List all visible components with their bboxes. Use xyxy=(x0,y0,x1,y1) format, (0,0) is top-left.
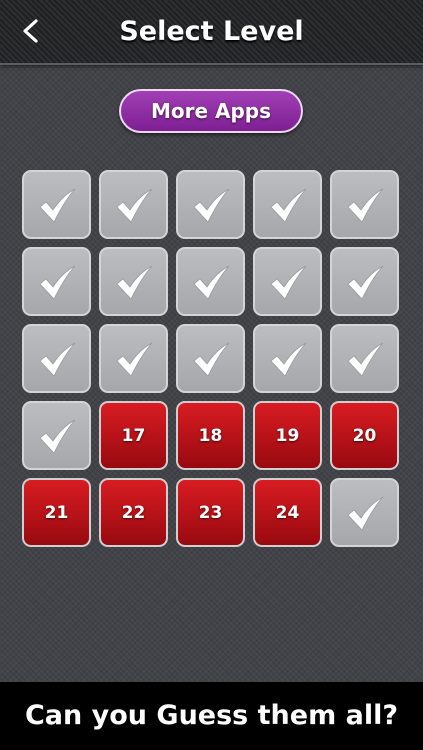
chevron-left-icon xyxy=(23,19,38,43)
more-apps-button[interactable]: More Apps xyxy=(119,89,303,133)
checkmark-icon xyxy=(116,265,153,300)
level-tile-23[interactable]: 23 xyxy=(176,478,245,547)
level-tile-25[interactable] xyxy=(330,478,399,547)
level-tile-3[interactable] xyxy=(176,170,245,239)
back-button[interactable] xyxy=(16,16,46,46)
level-tile-21[interactable]: 21 xyxy=(22,478,91,547)
level-tile-24[interactable]: 24 xyxy=(253,478,322,547)
level-tile-5[interactable] xyxy=(330,170,399,239)
checkmark-icon xyxy=(270,342,307,377)
checkmark-icon xyxy=(270,265,307,300)
checkmark-icon xyxy=(193,188,230,223)
level-tile-17[interactable]: 17 xyxy=(99,401,168,470)
level-number: 19 xyxy=(275,425,300,446)
level-tile-12[interactable] xyxy=(99,324,168,393)
checkmark-icon xyxy=(39,342,76,377)
level-tile-15[interactable] xyxy=(330,324,399,393)
level-tile-2[interactable] xyxy=(99,170,168,239)
level-tile-13[interactable] xyxy=(176,324,245,393)
checkmark-icon xyxy=(39,265,76,300)
top-bar: Select Level xyxy=(0,0,423,65)
promo-banner-text: Can you Guess them all? xyxy=(24,700,399,731)
page-title: Select Level xyxy=(119,16,304,47)
level-tile-6[interactable] xyxy=(22,247,91,316)
checkmark-icon xyxy=(193,265,230,300)
level-tile-19[interactable]: 19 xyxy=(253,401,322,470)
checkmark-icon xyxy=(270,188,307,223)
checkmark-icon xyxy=(39,419,76,454)
level-number: 18 xyxy=(198,425,223,446)
level-tile-20[interactable]: 20 xyxy=(330,401,399,470)
level-tile-18[interactable]: 18 xyxy=(176,401,245,470)
checkmark-icon xyxy=(193,342,230,377)
checkmark-icon xyxy=(347,342,384,377)
level-number: 22 xyxy=(121,502,146,523)
level-number: 21 xyxy=(44,502,69,523)
level-number: 20 xyxy=(352,425,377,446)
level-number: 17 xyxy=(121,425,146,446)
level-tile-10[interactable] xyxy=(330,247,399,316)
level-tile-16[interactable] xyxy=(22,401,91,470)
level-tile-22[interactable]: 22 xyxy=(99,478,168,547)
level-tile-11[interactable] xyxy=(22,324,91,393)
level-tile-9[interactable] xyxy=(253,247,322,316)
checkmark-icon xyxy=(347,265,384,300)
level-tile-8[interactable] xyxy=(176,247,245,316)
level-select-screen: Select Level More Apps 17 18 19 20 21 22 23 24 xyxy=(0,0,423,682)
level-grid: 17 18 19 20 21 22 23 24 xyxy=(22,170,399,547)
checkmark-icon xyxy=(39,188,76,223)
checkmark-icon xyxy=(116,188,153,223)
level-tile-7[interactable] xyxy=(99,247,168,316)
level-tile-14[interactable] xyxy=(253,324,322,393)
checkmark-icon xyxy=(347,188,384,223)
checkmark-icon xyxy=(347,496,384,531)
promo-banner: Can you Guess them all? xyxy=(0,682,423,750)
level-number: 23 xyxy=(198,502,223,523)
checkmark-icon xyxy=(116,342,153,377)
level-tile-1[interactable] xyxy=(22,170,91,239)
level-tile-4[interactable] xyxy=(253,170,322,239)
level-number: 24 xyxy=(275,502,300,523)
